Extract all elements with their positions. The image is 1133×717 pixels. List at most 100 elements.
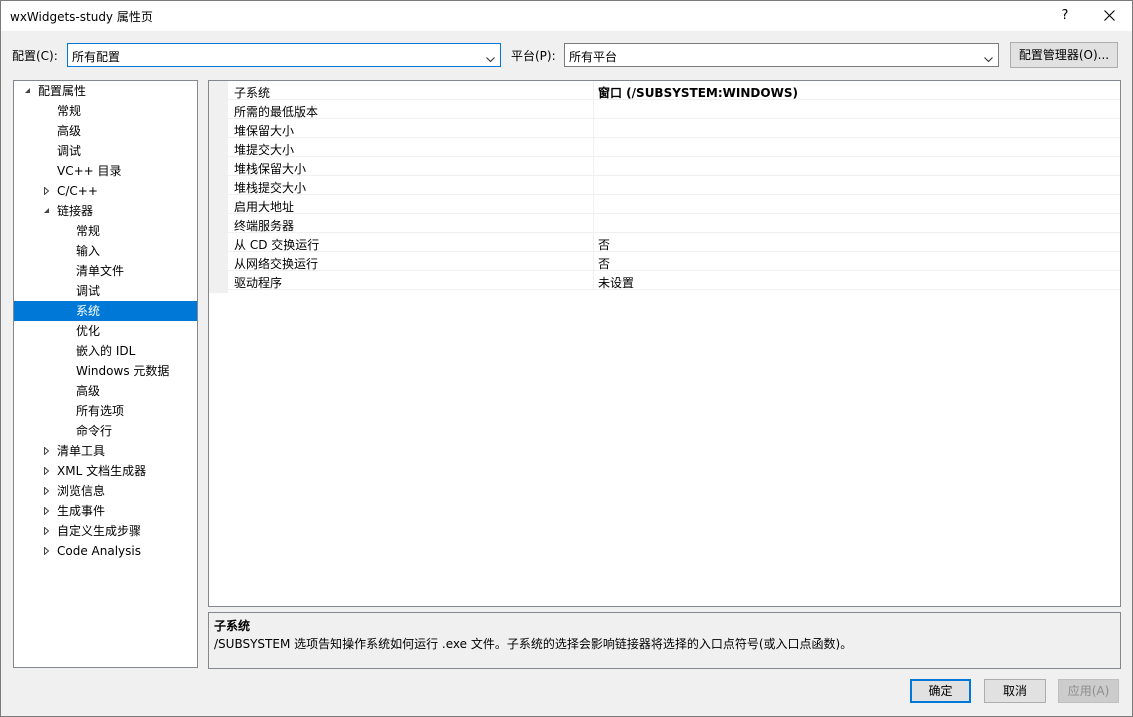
cancel-button[interactable]: 取消 [984,679,1046,703]
tree-item-label: VC++ 目录 [57,164,122,178]
ok-button[interactable]: 确定 [910,679,971,703]
column-divider [593,252,594,271]
title-bar: wxWidgets-study 属性页 ? [1,1,1132,31]
tree-item[interactable]: 所有选项 [14,401,197,421]
property-name: 终端服务器 [234,219,295,233]
tree-item[interactable]: 系统 [14,301,197,321]
property-row[interactable]: 驱动程序 未设置 [228,271,1120,291]
description-title: 子系统 [214,619,251,633]
tree-item[interactable]: 高级 [14,381,197,401]
property-value[interactable]: 否 [598,255,610,272]
collapsed-arrow-icon[interactable] [41,461,53,481]
collapsed-arrow-icon[interactable] [41,441,53,461]
tree-item[interactable]: 命令行 [14,421,197,441]
property-name: 启用大地址 [234,200,295,214]
help-button[interactable]: ? [1051,2,1079,30]
tree-item[interactable]: 生成事件 [14,501,197,521]
expanded-arrow-icon[interactable] [41,201,53,221]
close-icon[interactable] [1095,2,1125,30]
tree-item[interactable]: 嵌入的 IDL [14,341,197,361]
property-name: 堆栈提交大小 [234,181,307,195]
property-row[interactable]: 从 CD 交换运行 否 [228,233,1120,253]
tree-item-label: 清单工具 [57,444,106,458]
collapsed-arrow-icon[interactable] [41,521,53,541]
property-row[interactable]: 所需的最低版本 [228,100,1120,119]
tree-item[interactable]: 高级 [14,121,197,141]
property-name: 子系统 [234,86,271,100]
tree-item-label: Code Analysis [57,544,141,558]
platform-dropdown[interactable]: 所有平台 [564,43,999,67]
tree-item[interactable]: 链接器 [14,201,197,221]
property-row[interactable]: 堆保留大小 [228,119,1120,138]
column-divider [593,100,594,119]
tree-item[interactable]: 输入 [14,241,197,261]
tree-item-label: 生成事件 [57,504,106,518]
tree-item-label: 常规 [76,224,101,238]
tree-item[interactable]: Windows 元数据 [14,361,197,381]
chevron-down-icon [984,52,993,66]
tree-item[interactable]: 调试 [14,141,197,161]
tree-item[interactable]: XML 文档生成器 [14,461,197,481]
tree-item-label: C/C++ [57,184,98,198]
tree-item-label: 配置属性 [38,84,87,98]
tree-item[interactable]: 清单工具 [14,441,197,461]
property-name: 堆提交大小 [234,143,295,157]
tree-item[interactable]: 常规 [14,101,197,121]
property-name: 堆保留大小 [234,124,295,138]
property-row[interactable]: 堆提交大小 [228,138,1120,157]
description-panel: 子系统 /SUBSYSTEM 选项告知操作系统如何运行 .exe 文件。子系统的… [208,612,1121,669]
property-name: 从网络交换运行 [234,257,319,271]
tree-item-label: 清单文件 [76,264,125,278]
property-row[interactable]: 终端服务器 [228,214,1120,233]
tree-item-label: 所有选项 [76,404,125,418]
property-row[interactable]: 子系统 窗口 (/SUBSYSTEM:WINDOWS) [228,81,1120,101]
property-row[interactable]: 启用大地址 [228,195,1120,214]
config-manager-button[interactable]: 配置管理器(O)... [1010,42,1118,68]
property-value[interactable]: 未设置 [598,274,634,291]
property-row[interactable]: 堆栈提交大小 [228,176,1120,195]
column-divider [593,138,594,157]
tree-item-label: XML 文档生成器 [57,464,147,478]
tree-item-label: 命令行 [76,424,113,438]
chevron-down-icon [486,52,495,66]
collapsed-arrow-icon[interactable] [41,541,53,561]
tree-item[interactable]: 优化 [14,321,197,341]
tree-item[interactable]: C/C++ [14,181,197,201]
collapsed-arrow-icon[interactable] [41,501,53,521]
collapsed-arrow-icon[interactable] [41,481,53,501]
column-divider [593,176,594,195]
tree-item-label: 链接器 [57,204,94,218]
tree-item[interactable]: 自定义生成步骤 [14,521,197,541]
property-tree[interactable]: 配置属性 常规 高级 调试 VC++ 目录 C/C++ 链接器 常规 输入 清单文件 调试 系统 优化嵌… [13,80,198,668]
tree-item[interactable]: 常规 [14,221,197,241]
tree-item[interactable]: 配置属性 [14,81,197,101]
window-title: wxWidgets-study 属性页 [10,10,153,24]
property-value[interactable]: 否 [598,236,610,253]
tree-item-label: 优化 [76,324,101,338]
tree-item-label: 系统 [76,304,101,318]
tree-item[interactable]: VC++ 目录 [14,161,197,181]
property-row[interactable]: 堆栈保留大小 [228,157,1120,176]
tree-item[interactable]: 清单文件 [14,261,197,281]
column-divider [593,271,594,290]
property-name: 堆栈保留大小 [234,162,307,176]
tree-item[interactable]: 浏览信息 [14,481,197,501]
collapsed-arrow-icon[interactable] [41,181,53,201]
apply-button[interactable]: 应用(A) [1058,679,1119,703]
property-value[interactable]: 窗口 (/SUBSYSTEM:WINDOWS) [598,84,798,101]
tree-item-label: 调试 [57,144,82,158]
tree-item-label: Windows 元数据 [76,364,170,378]
description-text: /SUBSYSTEM 选项告知操作系统如何运行 .exe 文件。子系统的选择会影… [214,637,853,651]
column-divider [593,195,594,214]
tree-item[interactable]: Code Analysis [14,541,197,561]
column-divider [593,214,594,233]
config-label: 配置(C): [12,49,58,63]
property-row[interactable]: 从网络交换运行 否 [228,252,1120,272]
grid-gutter [209,81,228,293]
property-name: 从 CD 交换运行 [234,238,320,252]
expanded-arrow-icon[interactable] [22,81,34,101]
tree-item[interactable]: 调试 [14,281,197,301]
config-dropdown[interactable]: 所有配置 [67,43,501,67]
platform-value: 所有平台 [569,50,618,64]
property-grid[interactable]: 子系统 窗口 (/SUBSYSTEM:WINDOWS) 所需的最低版本堆保留大小堆提… [208,80,1121,607]
